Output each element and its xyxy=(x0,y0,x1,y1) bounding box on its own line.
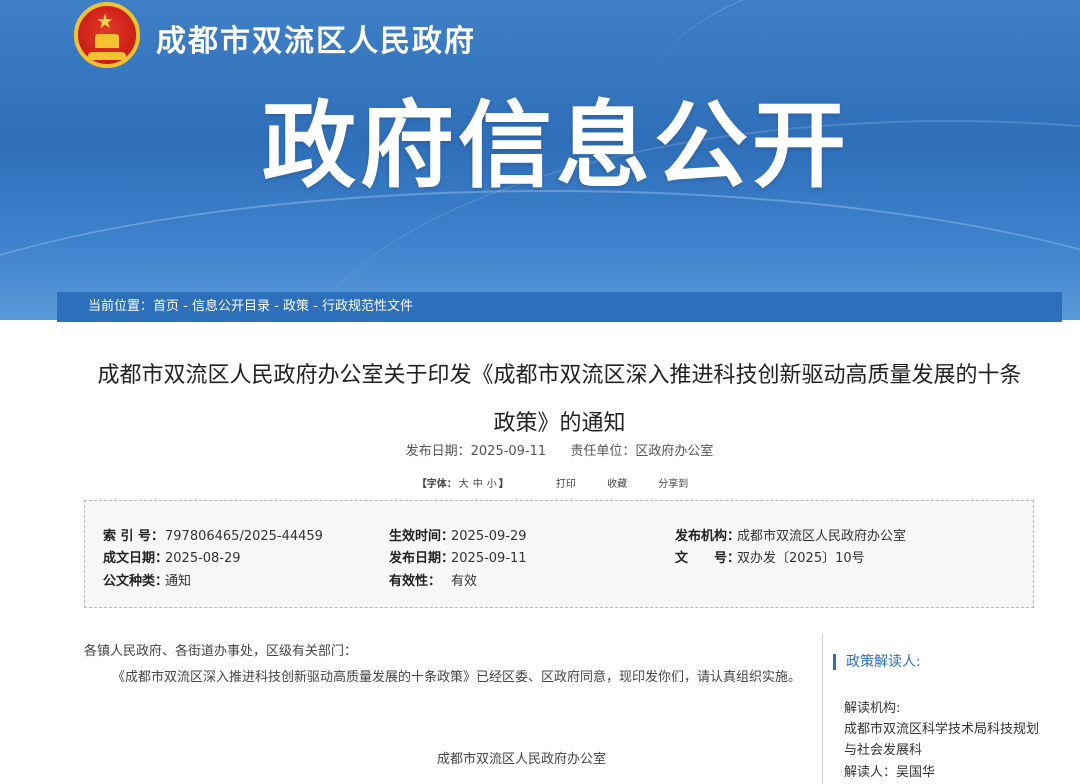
breadcrumb-normative-docs-link[interactable]: 行政规范性文件 xyxy=(322,299,413,314)
font-size-medium-button[interactable]: 中 xyxy=(473,479,483,490)
index-number: 索 引 号：797806465/2025-44459 xyxy=(103,525,323,544)
content-panel: 成都市双流区人民政府办公室关于印发《成都市双流区深入推进科技创新驱动高质量发展的… xyxy=(57,322,1063,784)
effective-label: 生效时间： xyxy=(389,529,455,544)
org-value: 成都市双流区人民政府办公室 xyxy=(737,529,907,544)
font-size-control: 【字体：大中小】 xyxy=(417,479,509,490)
pub-label: 发布日期： xyxy=(389,551,455,566)
document-toolbar: 【字体：大中小】 打印 收藏 分享到 xyxy=(57,475,1062,490)
interpreting-org-label: 解读机构: xyxy=(844,701,901,716)
document-title: 成都市双流区人民政府办公室关于印发《成都市双流区深入推进科技创新驱动高质量发展的… xyxy=(57,352,1062,448)
org-label: 发布机构： xyxy=(675,529,741,544)
breadcrumb-separator: - xyxy=(179,299,192,314)
validity: 有效性： 有效 xyxy=(389,570,477,589)
share-button[interactable]: 分享到 xyxy=(658,479,688,490)
favorite-button[interactable]: 收藏 xyxy=(607,479,627,490)
pub-value: 2025-09-11 xyxy=(451,551,527,566)
header-banner: ★ 成都市双流区人民政府 政府信息公开 xyxy=(0,0,1080,320)
policy-interpretation-sidebar: 政策解读人: 解读机构: 成都市双流区科学技术局科技规划与社会发展科 解读人：吴… xyxy=(822,634,1063,784)
document-number: 文 号：双办发〔2025〕10号 xyxy=(675,547,865,566)
print-button[interactable]: 打印 xyxy=(556,479,576,490)
document-meta: 发布日期：2025-09-11 责任单位：区政府办公室 xyxy=(57,440,1062,459)
banner-title: 政府信息公开 xyxy=(262,92,851,201)
unit-value: 区政府办公室 xyxy=(635,444,714,459)
publish-date: 发布日期：2025-09-11 xyxy=(389,547,527,566)
interpreting-org-value: 成都市双流区科学技术局科技规划与社会发展科 xyxy=(844,722,1040,758)
breadcrumb-separator: - xyxy=(309,299,322,314)
site-name[interactable]: 成都市双流区人民政府 xyxy=(156,16,476,60)
effective-value: 2025-09-29 xyxy=(451,529,527,544)
written-label: 成文日期： xyxy=(103,551,169,566)
national-emblem-icon[interactable]: ★ xyxy=(74,2,140,68)
validity-value: 有效 xyxy=(451,574,478,589)
docno-value: 双办发〔2025〕10号 xyxy=(737,551,865,566)
font-size-large-button[interactable]: 大 xyxy=(459,479,469,490)
publish-date-meta: 发布日期：2025-09-11 xyxy=(406,444,547,459)
font-size-label: 【字体： xyxy=(416,479,457,490)
index-value: 797806465/2025-44459 xyxy=(165,529,323,544)
ribbon-icon xyxy=(88,52,126,60)
salutation: 各镇人民政府、各街道办事处，区级有关部门： xyxy=(84,644,358,659)
written-value: 2025-08-29 xyxy=(165,551,241,566)
document-info-box: 索 引 号：797806465/2025-44459 生效时间：2025-09-… xyxy=(84,500,1034,608)
index-label: 索 引 号： xyxy=(103,529,165,544)
breadcrumb-home-link[interactable]: 首页 xyxy=(153,299,179,314)
document-title-line1: 成都市双流区人民政府办公室关于印发《成都市双流区深入推进科技创新驱动高质量发展的… xyxy=(97,363,1022,388)
breadcrumb-separator: - xyxy=(270,299,283,314)
publishing-org: 发布机构：成都市双流区人民政府办公室 xyxy=(675,525,906,544)
validity-label: 有效性： xyxy=(389,574,442,589)
breadcrumb-policy-link[interactable]: 政策 xyxy=(283,299,309,314)
document-type: 公文种类：通知 xyxy=(103,570,191,589)
unit-label: 责任单位： xyxy=(570,444,636,459)
type-value: 通知 xyxy=(165,574,192,589)
effective-date: 生效时间：2025-09-29 xyxy=(389,525,527,544)
font-size-small-button[interactable]: 小 xyxy=(487,479,497,490)
breadcrumb-catalog-link[interactable]: 信息公开目录 xyxy=(192,299,270,314)
publish-date-label: 发布日期： xyxy=(405,444,471,459)
sidebar-heading: 政策解读人: xyxy=(833,654,921,670)
gate-icon xyxy=(95,34,119,48)
unit-meta: 责任单位：区政府办公室 xyxy=(570,444,713,459)
breadcrumb: 当前位置：首页 - 信息公开目录 - 政策 - 行政规范性文件 xyxy=(57,292,1062,322)
star-icon: ★ xyxy=(96,9,114,33)
publish-date-value: 2025-09-11 xyxy=(470,444,547,459)
body-paragraph: 《成都市双流区深入推进科技创新驱动高质量发展的十条政策》已经区委、区政府同意，现… xyxy=(112,670,802,685)
written-date: 成文日期：2025-08-29 xyxy=(103,547,241,566)
docno-label: 文 号： xyxy=(675,551,741,566)
font-size-close: 】 xyxy=(498,479,509,490)
breadcrumb-prefix: 当前位置： xyxy=(88,299,154,314)
signature: 成都市双流区人民政府办公室 xyxy=(437,752,607,767)
type-label: 公文种类： xyxy=(103,574,169,589)
